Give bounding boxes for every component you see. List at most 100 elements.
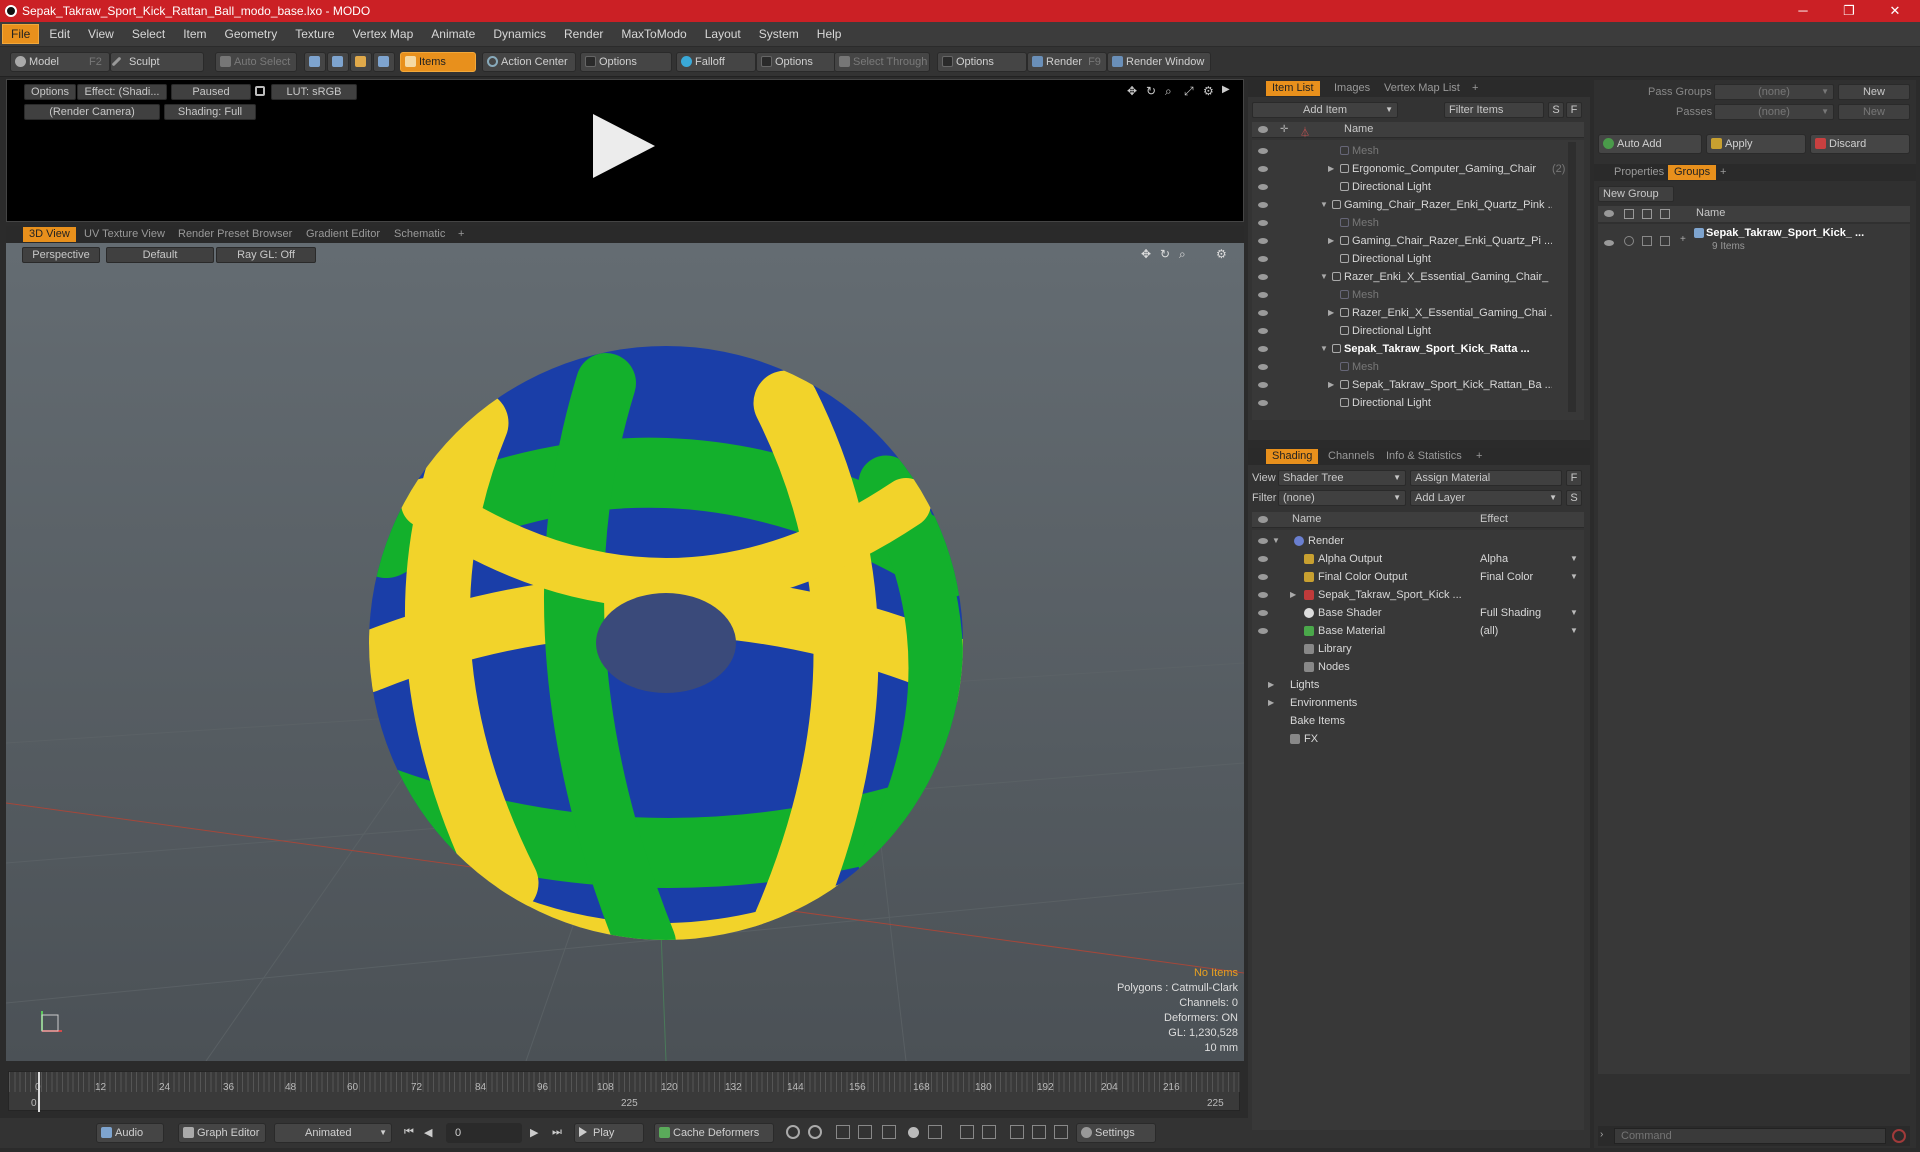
go-to-end-icon[interactable]: ⏭ (552, 1126, 562, 1139)
tab-3d-view[interactable]: 3D View (23, 227, 76, 242)
tab-vertex-map-list[interactable]: Vertex Map List (1378, 81, 1466, 96)
zoom-view-icon[interactable]: ⌕ (1179, 247, 1186, 262)
assign-material-button[interactable]: Assign Material (1410, 470, 1562, 486)
eye-icon[interactable] (1258, 292, 1268, 298)
rotate-view-icon[interactable]: ↻ (1146, 84, 1156, 98)
chevron-down-icon[interactable]: ▼ (1272, 536, 1280, 545)
tab-shading[interactable]: Shading (1266, 449, 1319, 464)
menu-dynamics[interactable]: Dynamics (485, 25, 554, 43)
default-style-dropdown[interactable]: Default (106, 247, 214, 263)
add-item-dropdown[interactable]: Add Item ▼ (1252, 102, 1398, 118)
next-key-icon[interactable]: ▶ (530, 1126, 538, 1139)
minimize-button[interactable]: ─ (1780, 0, 1826, 22)
gear-icon[interactable]: ⚙ (1216, 247, 1227, 261)
auto-select-button[interactable]: Auto Select (215, 52, 297, 72)
item-list-row[interactable]: ▶ Gaming_Chair_Razer_Enki_Quartz_Pi ... (1252, 232, 1568, 250)
vertices-mode-button[interactable] (304, 52, 326, 72)
play-preview-icon[interactable] (593, 114, 655, 178)
tab-info-statistics[interactable]: Info & Statistics (1380, 449, 1468, 464)
eye-icon[interactable] (1258, 256, 1268, 262)
tab-schematic[interactable]: Schematic (388, 227, 451, 242)
shader-effect-dropdown[interactable]: Alpha (1480, 550, 1570, 568)
select-toggle[interactable] (1660, 236, 1670, 246)
eye-icon[interactable] (1258, 148, 1268, 154)
timeline[interactable]: 0 12 24 36 48 60 72 84 96 108 120 132 14… (8, 1071, 1241, 1112)
item-list-row[interactable]: Directional Light (1252, 322, 1568, 340)
gear-icon[interactable]: ⚙ (1203, 84, 1214, 98)
polygons-mode-button[interactable] (350, 52, 372, 72)
chevron-right-icon[interactable]: ▶ (1268, 698, 1274, 707)
items-mode-button[interactable]: Items (400, 52, 476, 72)
eye-icon[interactable] (1258, 166, 1268, 172)
shader-tree-row[interactable]: Alpha Output Alpha ▼ (1252, 550, 1584, 568)
preview-camera-dropdown[interactable]: (Render Camera) (24, 104, 160, 120)
shader-tree-dropdown[interactable]: Shader Tree ▼ (1278, 470, 1406, 486)
item-list-row[interactable]: Directional Light (1252, 394, 1568, 412)
item-list-row[interactable]: ▶ Razer_Enki_X_Essential_Gaming_Chai ... (1252, 304, 1568, 322)
menu-view[interactable]: View (80, 25, 122, 43)
materials-mode-button[interactable] (373, 52, 395, 72)
new-pass-group-button[interactable]: New (1838, 84, 1910, 100)
tab-item-list[interactable]: Item List (1266, 81, 1320, 96)
filter-f-button[interactable]: F (1566, 102, 1582, 118)
tab-images[interactable]: Images (1328, 81, 1376, 96)
move-view-icon[interactable]: ✥ (1127, 84, 1137, 98)
eye-icon[interactable] (1258, 328, 1268, 334)
expand-icon[interactable]: + (1680, 234, 1686, 245)
eye-icon[interactable] (1258, 628, 1268, 634)
previous-key-icon[interactable]: ◀ (424, 1126, 432, 1139)
auto-add-button[interactable]: Auto Add (1598, 134, 1702, 154)
maximize-view-icon[interactable]: ⤢ (1184, 84, 1194, 99)
go-to-start-icon[interactable]: ⏮ (404, 1126, 414, 1139)
menu-edit[interactable]: Edit (41, 25, 78, 43)
render-button[interactable]: Render F9 (1027, 52, 1107, 72)
shader-effect-dropdown[interactable]: (all) (1480, 622, 1570, 640)
item-list-row[interactable]: ▶ Ergonomic_Computer_Gaming_Chair (2) (1252, 160, 1568, 178)
eye-icon[interactable] (1258, 346, 1268, 352)
menu-system[interactable]: System (751, 25, 807, 43)
raygl-dropdown[interactable]: Ray GL: Off (216, 247, 316, 263)
eye-icon[interactable] (1258, 310, 1268, 316)
item-list-row[interactable]: Mesh (1252, 142, 1568, 160)
lock-icon[interactable] (255, 86, 265, 96)
chevron-right-icon[interactable]: ▶ (1328, 308, 1334, 317)
key-tool-icon[interactable] (1054, 1125, 1068, 1139)
add-tab-icon[interactable]: + (1714, 165, 1732, 180)
action-center-button[interactable]: Action Center (482, 52, 576, 72)
item-list-row[interactable]: ▼ Sepak_Takraw_Sport_Kick_Ratta ... (1252, 340, 1568, 358)
item-list-row[interactable]: Mesh (1252, 358, 1568, 376)
menu-render[interactable]: Render (556, 25, 611, 43)
add-tab-icon[interactable]: + (1466, 81, 1484, 96)
item-list-row[interactable]: Directional Light (1252, 250, 1568, 268)
key-tool-icon[interactable] (786, 1125, 800, 1139)
select-through-button[interactable]: Select Through (834, 52, 930, 72)
item-list-scrollbar[interactable] (1568, 142, 1576, 412)
animated-dropdown[interactable]: Animated ▼ (274, 1123, 392, 1143)
new-group-button[interactable]: New Group (1598, 186, 1674, 202)
shader-tree-row[interactable]: Library (1252, 640, 1584, 658)
eye-icon[interactable] (1258, 592, 1268, 598)
menu-maxtomodo[interactable]: MaxToModo (613, 25, 694, 43)
menu-geometry[interactable]: Geometry (217, 25, 286, 43)
add-tab-icon[interactable]: + (1470, 449, 1488, 464)
move-view-icon[interactable]: ✥ (1141, 247, 1151, 261)
record-icon[interactable] (908, 1127, 919, 1138)
cache-deformers-button[interactable]: Cache Deformers (654, 1123, 774, 1143)
new-pass-button[interactable]: New (1838, 104, 1910, 120)
discard-button[interactable]: Discard (1810, 134, 1910, 154)
passes-dropdown[interactable]: (none) ▼ (1714, 104, 1834, 120)
eye-icon[interactable] (1258, 574, 1268, 580)
restore-button[interactable]: ❐ (1826, 0, 1872, 22)
chevron-right-icon[interactable]: ▶ (1328, 236, 1334, 245)
falloff-button[interactable]: Falloff (676, 52, 756, 72)
eye-icon[interactable] (1258, 382, 1268, 388)
key-tool-icon[interactable] (836, 1125, 850, 1139)
preview-options-button[interactable]: Options (24, 84, 76, 100)
key-tool-icon[interactable] (1032, 1125, 1046, 1139)
shading-filter-dropdown[interactable]: (none) ▼ (1278, 490, 1406, 506)
eye-icon[interactable] (1258, 220, 1268, 226)
tab-uv-texture-view[interactable]: UV Texture View (78, 227, 171, 242)
shading-s-button[interactable]: S (1566, 490, 1582, 506)
play-button[interactable]: Play (574, 1123, 644, 1143)
menu-help[interactable]: Help (809, 25, 850, 43)
